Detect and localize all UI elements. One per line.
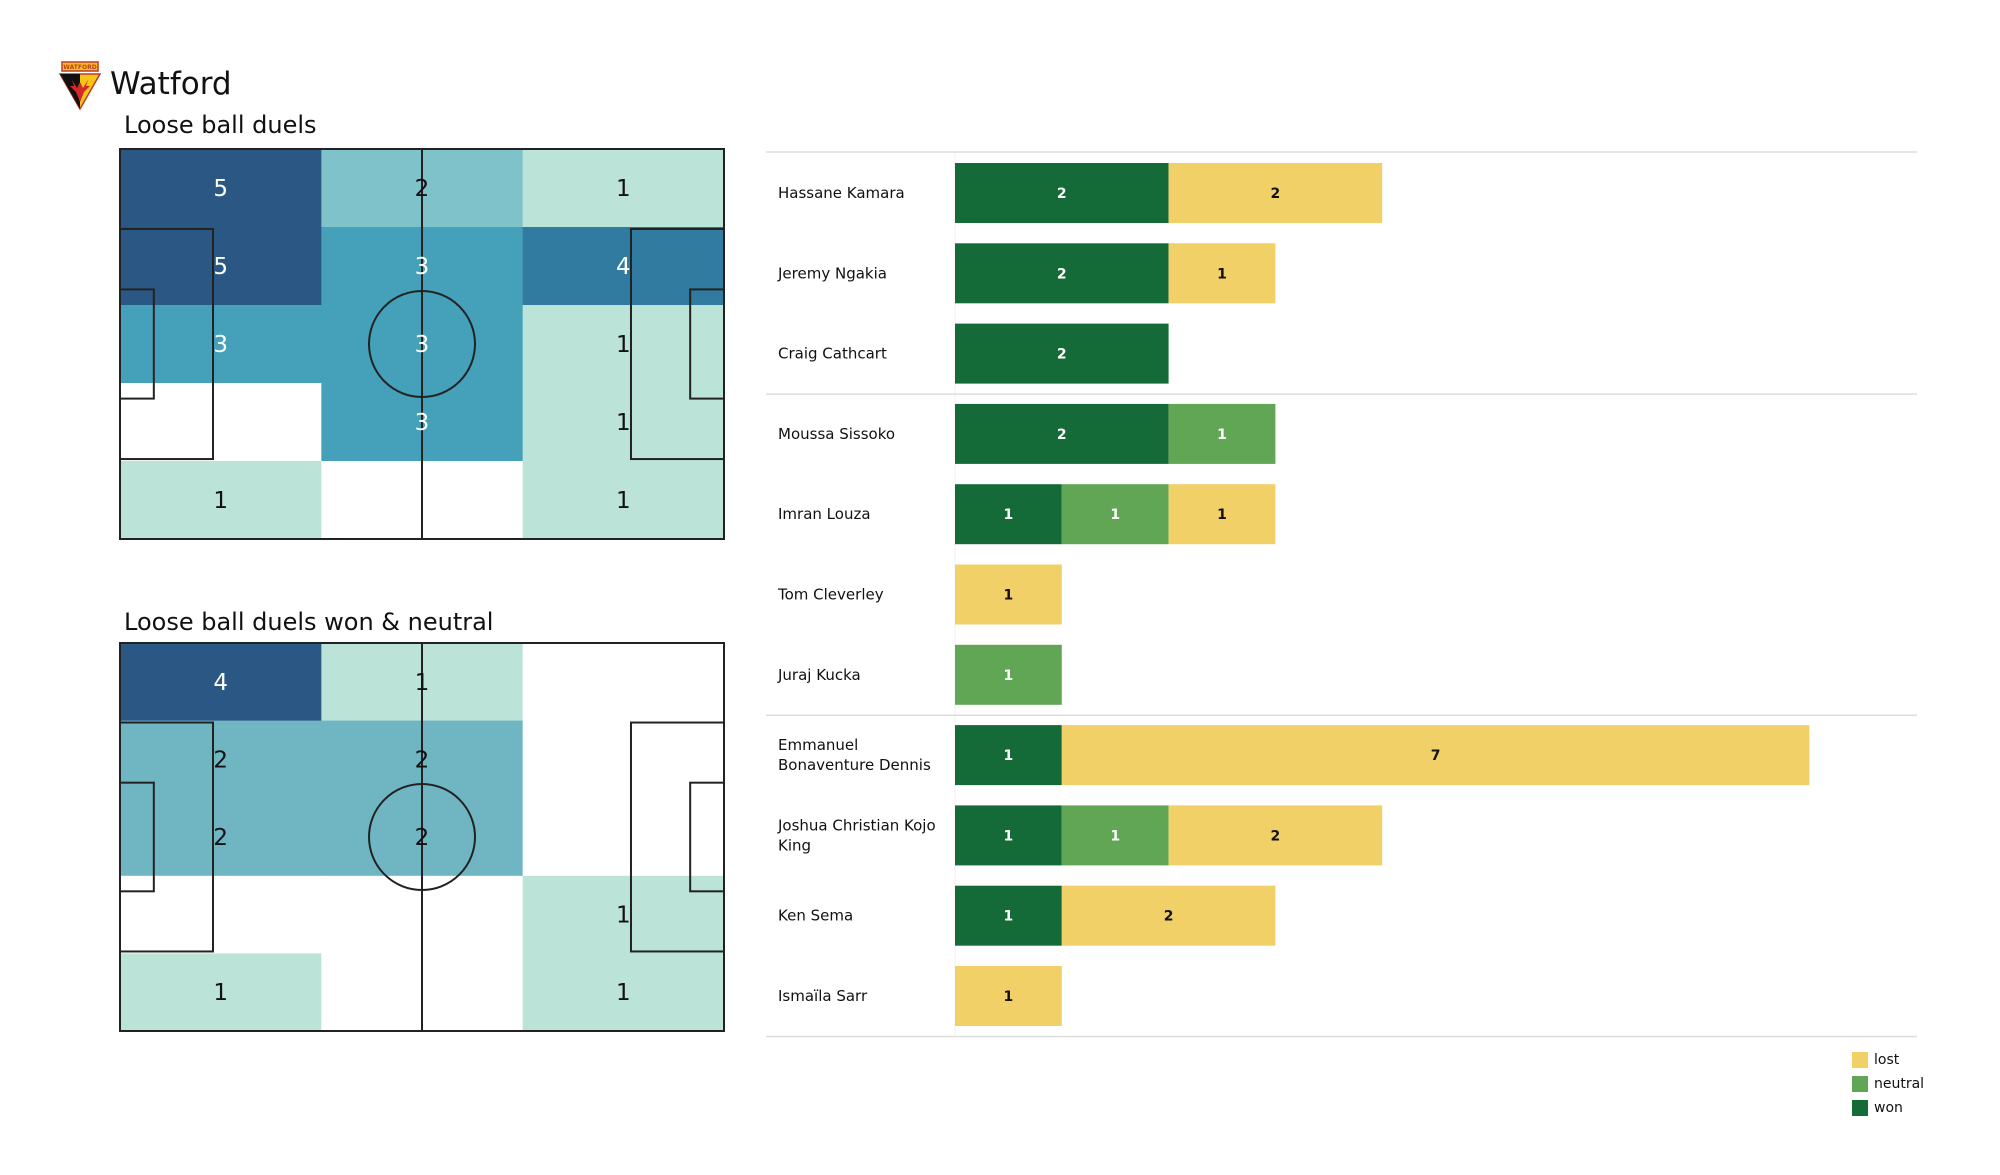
player-label-line: Ken Sema: [778, 907, 853, 925]
player-label: Hassane Kamara: [778, 184, 905, 202]
bar-value-label: 1: [1217, 266, 1227, 282]
bar-value-label: 1: [1110, 828, 1120, 844]
player-label-line: Jeremy Ngakia: [777, 264, 887, 282]
player-label-line: Bonaventure Dennis: [778, 756, 931, 774]
player-label: Ken Sema: [778, 907, 853, 925]
player-label: Juraj Kucka: [777, 666, 861, 684]
player-label: Imran Louza: [778, 505, 871, 523]
legend: lost neutral won: [1852, 1048, 1924, 1120]
legend-label-lost: lost: [1874, 1052, 1900, 1068]
bar-value-label: 2: [1057, 347, 1067, 363]
player-label-line: Hassane Kamara: [778, 184, 905, 202]
bar-value-label: 1: [1110, 507, 1120, 523]
bar-value-label: 1: [1004, 989, 1014, 1005]
player-label-line: Craig Cathcart: [778, 345, 887, 363]
bar-value-label: 2: [1057, 186, 1067, 202]
player-label-line: Joshua Christian Kojo: [777, 816, 936, 834]
bar-value-label: 1: [1217, 507, 1227, 523]
bar-value-label: 2: [1057, 427, 1067, 443]
player-label: Moussa Sissoko: [778, 425, 895, 443]
legend-item-lost: lost: [1852, 1048, 1924, 1072]
bar-value-label: 2: [1271, 186, 1281, 202]
bar-value-label: 1: [1004, 748, 1014, 764]
bar-value-label: 2: [1057, 266, 1067, 282]
bar-value-label: 1: [1004, 909, 1014, 925]
bar-value-label: 1: [1004, 588, 1014, 604]
player-label-line: Moussa Sissoko: [778, 425, 895, 443]
legend-item-neutral: neutral: [1852, 1072, 1924, 1096]
bar-value-label: 1: [1217, 427, 1227, 443]
bar-value-label: 1: [1004, 828, 1014, 844]
legend-swatch-lost: [1852, 1052, 1868, 1068]
player-label: Joshua Christian Kojo King: [777, 816, 936, 854]
player-label: Ismaïla Sarr: [778, 987, 868, 1005]
bar-value-label: 1: [1004, 668, 1014, 684]
player-label-line: Tom Cleverley: [777, 586, 884, 604]
bar-value-label: 1: [1004, 507, 1014, 523]
player-label: Emmanuel Bonaventure Dennis: [778, 736, 931, 774]
legend-swatch-neutral: [1852, 1076, 1868, 1092]
player-duels-bar-chart: Hassane Kamara 2 2 Jeremy Ngakia 2 1 Craig Cat…: [766, 151, 1917, 1038]
bar-value-label: 7: [1431, 748, 1441, 764]
player-label: Jeremy Ngakia: [777, 264, 887, 282]
player-label: Craig Cathcart: [778, 345, 887, 363]
legend-item-won: won: [1852, 1096, 1924, 1120]
player-label: Tom Cleverley: [777, 586, 884, 604]
legend-label-neutral: neutral: [1874, 1076, 1925, 1092]
player-label-line: Juraj Kucka: [777, 666, 861, 684]
player-label-line: Imran Louza: [778, 505, 871, 523]
player-label-line: Emmanuel: [778, 736, 858, 754]
player-label-line: King: [778, 836, 811, 854]
bar-value-label: 2: [1164, 909, 1174, 925]
bar-layer: Hassane Kamara 2 2 Jeremy Ngakia 2 1 Craig Cat…: [766, 151, 1917, 1038]
legend-label-won: won: [1874, 1100, 1903, 1116]
player-label-line: Ismaïla Sarr: [778, 987, 868, 1005]
legend-swatch-won: [1852, 1100, 1868, 1116]
bar-value-label: 2: [1271, 828, 1281, 844]
